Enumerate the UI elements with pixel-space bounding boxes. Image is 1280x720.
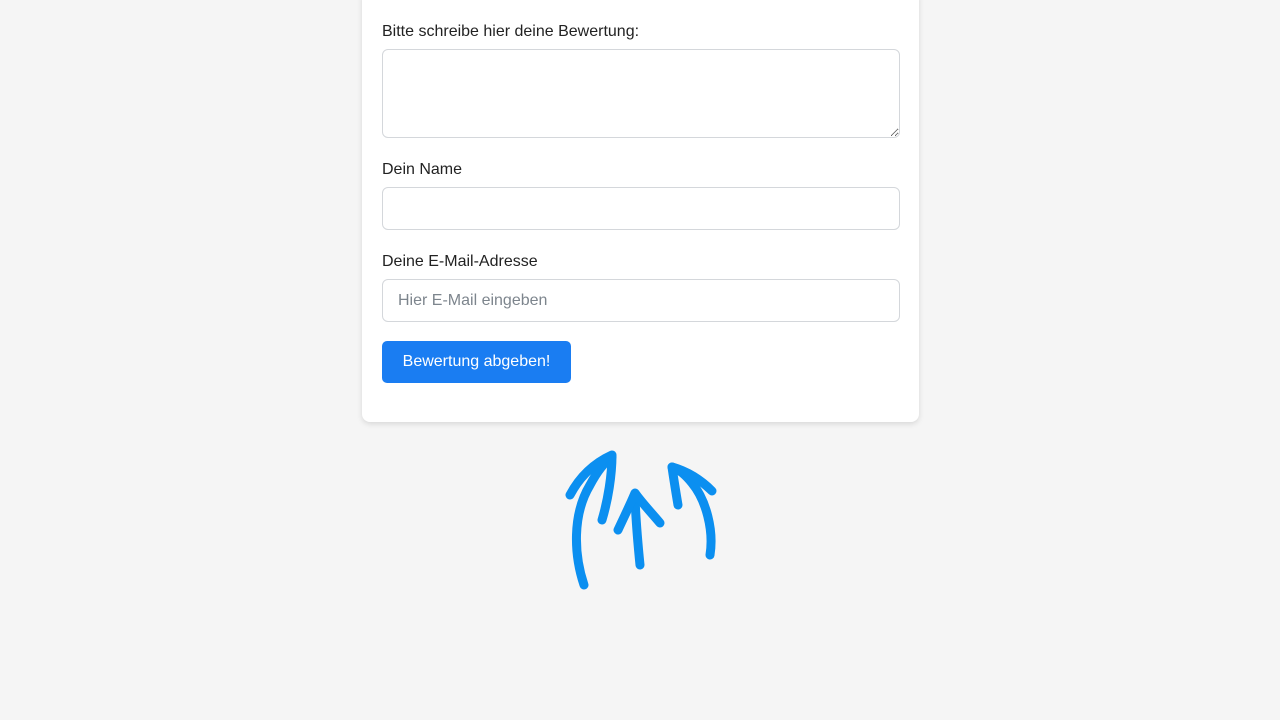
name-label: Dein Name bbox=[382, 161, 463, 178]
email-input[interactable] bbox=[382, 279, 900, 322]
review-label: Bitte schreibe hier deine Bewertung: bbox=[382, 23, 640, 40]
review-form-card: Bitte schreibe hier deine Bewertung: Dei… bbox=[362, 0, 919, 422]
email-label: Deine E-Mail-Adresse bbox=[382, 253, 538, 270]
name-input[interactable] bbox=[382, 187, 900, 230]
submit-review-button[interactable]: Bewertung abgeben! bbox=[382, 341, 571, 383]
hand-drawn-up-arrows-icon bbox=[565, 450, 717, 590]
review-textarea[interactable] bbox=[382, 49, 900, 138]
